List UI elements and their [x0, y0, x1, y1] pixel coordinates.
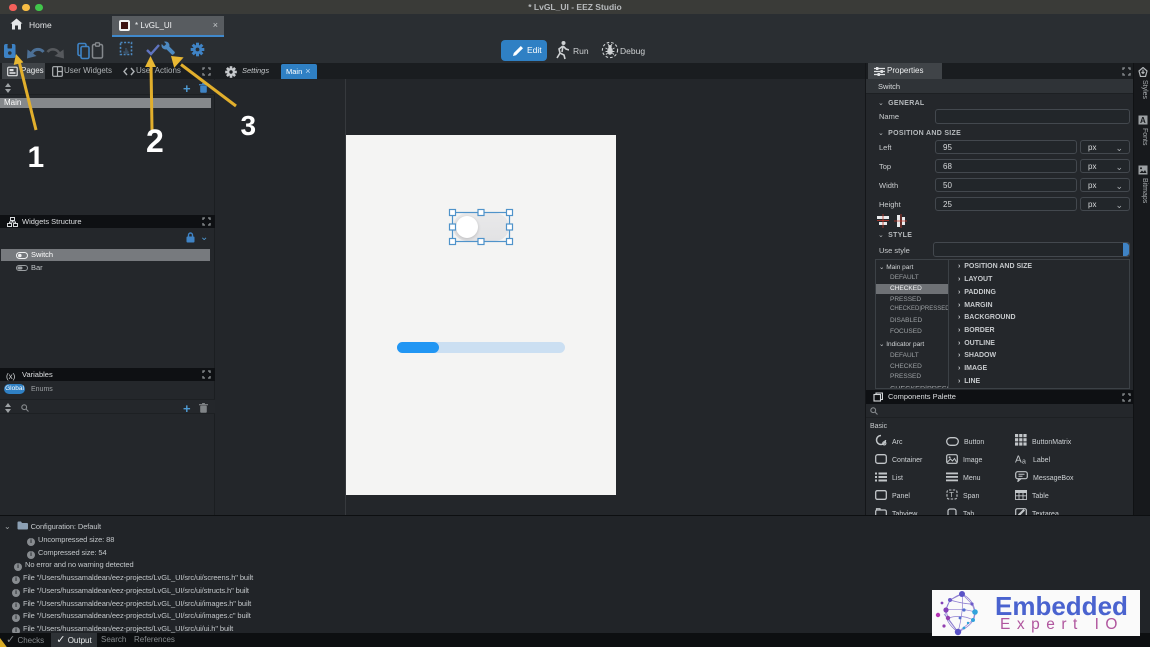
svg-text:a: a: [1022, 459, 1026, 465]
svg-text:A: A: [1015, 455, 1022, 465]
svg-text:A: A: [1140, 116, 1146, 125]
svg-text:T: T: [949, 490, 954, 499]
